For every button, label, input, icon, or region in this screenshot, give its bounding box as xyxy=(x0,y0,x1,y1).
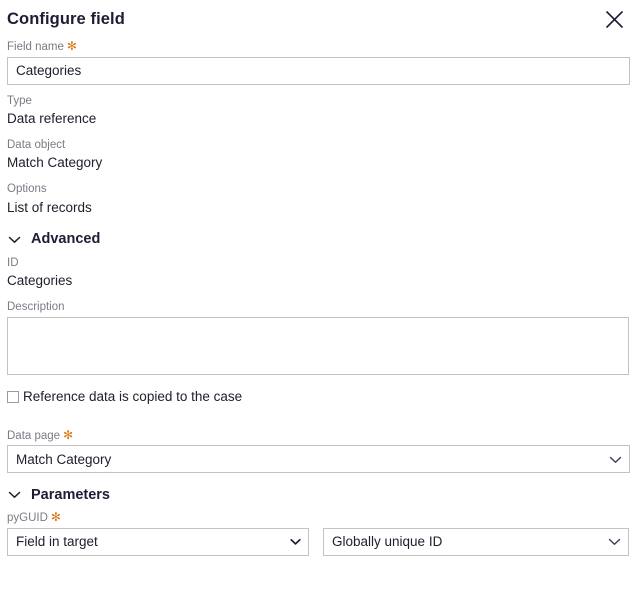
chevron-down-icon xyxy=(7,487,22,502)
advanced-section-title: Advanced xyxy=(31,230,101,247)
pyguid-source-select[interactable]: Field in target xyxy=(7,527,309,556)
required-marker: ✻ xyxy=(63,427,74,442)
data-page-select[interactable]: Match Category xyxy=(7,445,630,474)
data-object-group: Data object Match Category xyxy=(7,138,635,173)
description-label: Description xyxy=(7,301,65,314)
field-name-input[interactable] xyxy=(7,56,630,85)
id-group: ID Categories xyxy=(7,256,635,291)
data-page-label-text: Data page xyxy=(7,429,61,442)
pyguid-target-select[interactable]: Globally unique ID xyxy=(323,527,629,556)
data-page-group: Data page ✻ Match Category xyxy=(7,429,635,474)
parameters-section-title: Parameters xyxy=(31,486,110,503)
type-value: Data reference xyxy=(7,111,97,127)
configure-field-dialog: Configure field Field name✻ Type Data re… xyxy=(0,0,642,589)
data-page-select-value: Match Category xyxy=(16,451,112,467)
type-group: Type Data reference xyxy=(7,94,635,129)
type-label: Type xyxy=(7,94,32,107)
field-name-label-text: Field name xyxy=(7,41,64,53)
required-marker: ✻ xyxy=(50,510,61,525)
data-page-select-wrap: Match Category xyxy=(7,445,630,474)
pyguid-group: pyGUID ✻ Field in target Globally unique … xyxy=(7,511,635,556)
description-textarea[interactable] xyxy=(7,316,629,375)
pyguid-source-select-value: Field in target xyxy=(16,534,98,550)
close-icon[interactable] xyxy=(601,6,627,32)
description-group: Description xyxy=(7,300,635,375)
parameters-section-header[interactable]: Parameters xyxy=(7,485,635,504)
chevron-down-icon-glyph xyxy=(8,492,21,499)
pyguid-source-select-wrap: Field in target xyxy=(7,527,309,556)
options-group: Options List of records xyxy=(7,182,635,217)
field-name-label: Field name ✻ xyxy=(7,40,635,56)
field-name-group: Field name ✻ xyxy=(7,40,635,85)
id-value: Categories xyxy=(7,273,73,289)
advanced-section-header[interactable]: Advanced xyxy=(7,230,635,249)
close-icon-glyph xyxy=(605,10,623,28)
reference-copy-checkbox-label[interactable]: Reference data is copied to the case xyxy=(23,389,242,405)
reference-copy-checkbox[interactable] xyxy=(7,390,19,403)
chevron-down-icon xyxy=(7,232,22,247)
pyguid-row: Field in target Globally unique ID xyxy=(7,527,635,556)
pyguid-target-select-wrap: Globally unique ID xyxy=(323,527,629,556)
dialog-title: Configure field xyxy=(7,10,125,28)
data-object-value: Match Category xyxy=(7,155,103,171)
options-value: List of records xyxy=(7,199,92,215)
required-marker: ✻ xyxy=(66,39,77,53)
pyguid-target-select-value: Globally unique ID xyxy=(332,534,443,550)
data-page-label: Data page ✻ xyxy=(7,429,635,445)
reference-copy-checkbox-row[interactable]: Reference data is copied to the case xyxy=(7,389,635,405)
id-label: ID xyxy=(7,256,19,269)
data-object-label: Data object xyxy=(7,138,66,151)
pyguid-label: pyGUID ✻ xyxy=(7,511,635,527)
options-label: Options xyxy=(7,183,47,196)
chevron-down-icon-glyph xyxy=(8,236,21,243)
dialog-header: Configure field xyxy=(7,0,635,40)
pyguid-label-text: pyGUID xyxy=(7,512,48,525)
